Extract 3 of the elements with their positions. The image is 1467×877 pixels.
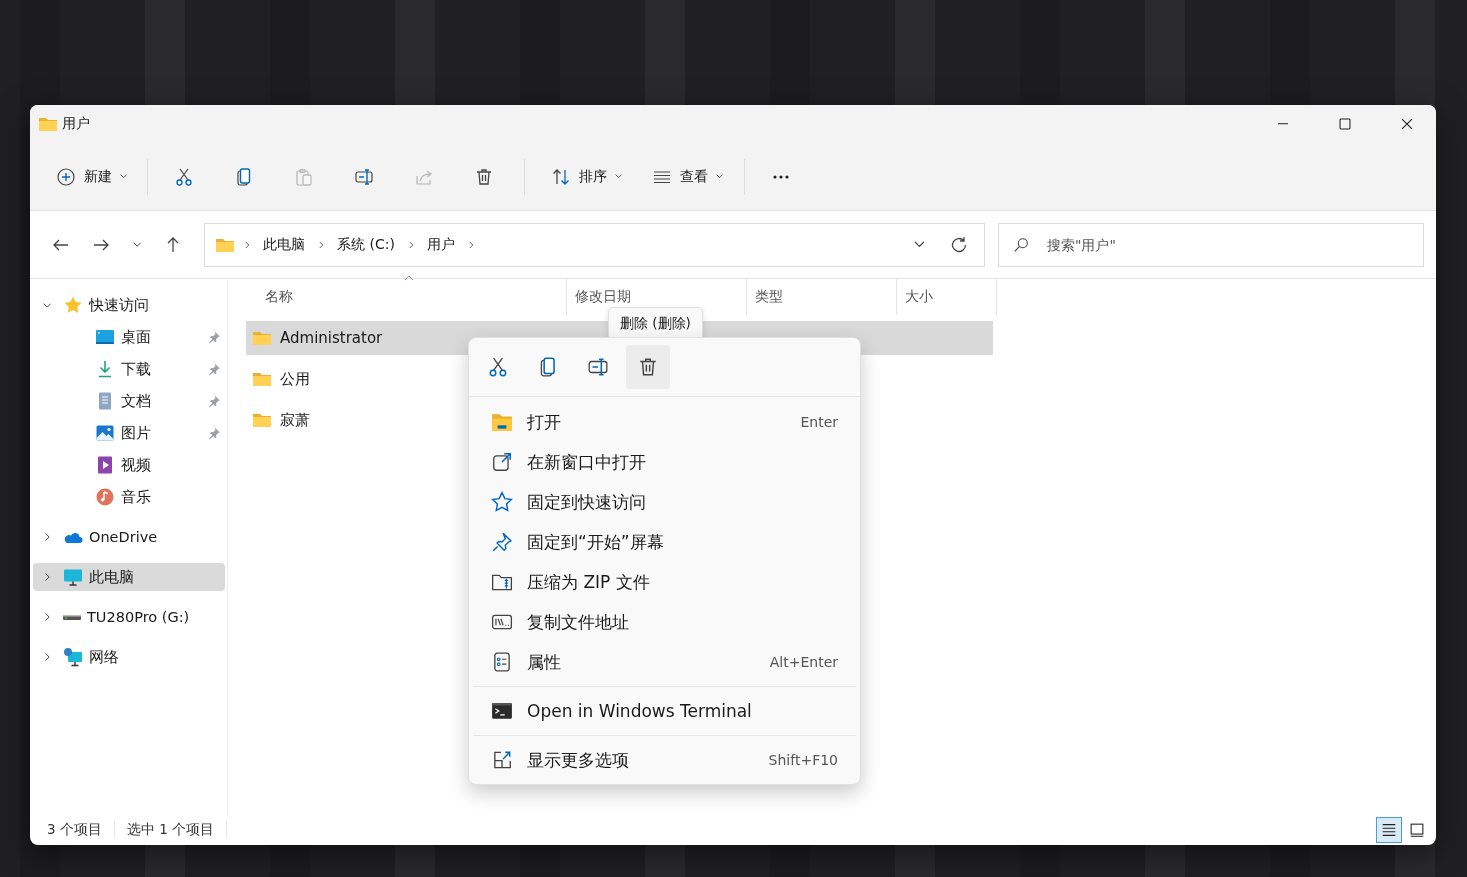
window-title: 用户	[62, 115, 91, 133]
status-text: 3 个项目	[47, 821, 115, 839]
status-text: 选中 1 个项目	[126, 821, 228, 839]
